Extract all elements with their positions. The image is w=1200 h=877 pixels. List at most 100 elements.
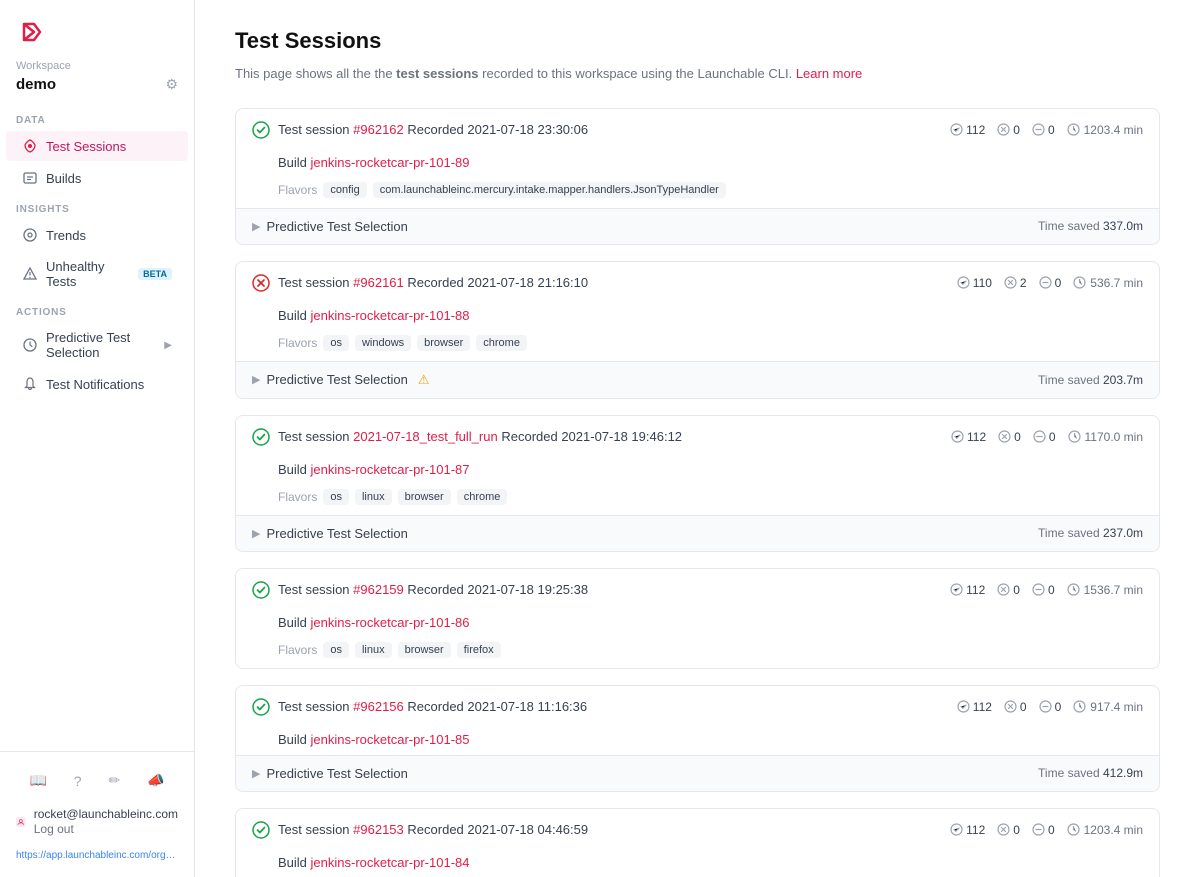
flavor-tag: linux bbox=[355, 642, 392, 658]
predictive-test-selection-row[interactable]: ▶ Predictive Test Selection ⚠ Time saved… bbox=[236, 361, 1159, 398]
sidebar-item-test-notifications[interactable]: Test Notifications bbox=[6, 369, 188, 399]
workspace-label: Workspace bbox=[0, 56, 194, 74]
sidebar-item-builds[interactable]: Builds bbox=[6, 163, 188, 193]
skipped-stat: 0 bbox=[1032, 823, 1055, 837]
session-card: Test session #962162 Recorded 2021-07-18… bbox=[235, 108, 1160, 245]
session-right: 112 0 0 1203.4 min bbox=[950, 823, 1143, 837]
session-card: Test session #962161 Recorded 2021-07-18… bbox=[235, 261, 1160, 399]
sidebar-item-trends[interactable]: Trends bbox=[6, 220, 188, 250]
build-link[interactable]: jenkins-rocketcar-pr-101-84 bbox=[311, 855, 470, 870]
session-build-row: Build jenkins-rocketcar-pr-101-85 bbox=[236, 728, 1159, 755]
logo-area bbox=[0, 0, 194, 56]
sidebar-item-unhealthy-tests[interactable]: Unhealthy Tests BETA bbox=[6, 252, 188, 296]
flavor-tag: com.launchableinc.mercury.intake.mapper.… bbox=[373, 182, 726, 198]
flavors-label: Flavors bbox=[278, 183, 317, 197]
skipped-stat: 0 bbox=[1032, 123, 1055, 137]
sidebar-icon-row: 📖 ? ✏ 📣 bbox=[0, 762, 194, 799]
success-icon bbox=[252, 428, 270, 446]
circle-x-icon bbox=[1004, 276, 1017, 289]
sidebar-item-test-sessions[interactable]: Test Sessions bbox=[6, 131, 188, 161]
failed-stat: 0 bbox=[998, 430, 1021, 444]
megaphone-icon-button[interactable]: 📣 bbox=[143, 768, 168, 793]
skipped-stat: 0 bbox=[1033, 430, 1056, 444]
circle-x-icon bbox=[997, 583, 1010, 596]
build-link[interactable]: jenkins-rocketcar-pr-101-88 bbox=[311, 308, 470, 323]
failed-count: 0 bbox=[1013, 123, 1020, 137]
session-id-link[interactable]: 2021-07-18_test_full_run bbox=[353, 429, 498, 444]
circle-minus-icon bbox=[1039, 700, 1052, 713]
flavor-tag: browser bbox=[398, 642, 451, 658]
flavor-tag: firefox bbox=[457, 642, 501, 658]
session-right: 110 2 0 536.7 min bbox=[957, 276, 1143, 290]
flavor-tag: linux bbox=[355, 489, 392, 505]
arrow-icon: ▶ bbox=[164, 340, 172, 351]
sessions-list: Test session #962162 Recorded 2021-07-18… bbox=[235, 108, 1160, 877]
session-right: 112 0 0 1170.0 min bbox=[951, 430, 1143, 444]
session-id-link[interactable]: #962156 bbox=[353, 699, 404, 714]
session-id-link[interactable]: #962153 bbox=[353, 822, 404, 837]
circle-minus-icon bbox=[1032, 823, 1045, 836]
learn-more-link[interactable]: Learn more bbox=[796, 66, 862, 81]
success-icon bbox=[252, 121, 270, 139]
beta-badge: BETA bbox=[138, 268, 172, 280]
session-header: Test session #962156 Recorded 2021-07-18… bbox=[236, 686, 1159, 728]
circle-x-icon bbox=[998, 430, 1011, 443]
circle-minus-icon bbox=[1033, 430, 1046, 443]
skipped-count: 0 bbox=[1055, 276, 1062, 290]
total-stat: 112 bbox=[957, 700, 992, 714]
build-link[interactable]: jenkins-rocketcar-pr-101-86 bbox=[311, 615, 470, 630]
flavor-tag: chrome bbox=[457, 489, 508, 505]
help-icon-button[interactable]: ? bbox=[70, 768, 86, 793]
predictive-test-selection-row[interactable]: ▶ Predictive Test Selection Time saved 2… bbox=[236, 515, 1159, 551]
time-saved-label: Time saved bbox=[1038, 766, 1103, 780]
total-count: 112 bbox=[966, 123, 985, 137]
session-left: Test session #962162 Recorded 2021-07-18… bbox=[252, 121, 950, 139]
build-link[interactable]: jenkins-rocketcar-pr-101-89 bbox=[311, 155, 470, 170]
sidebar: Workspace demo ⚙ DATA Test Sessions Buil… bbox=[0, 0, 195, 877]
flavor-key-tag: os bbox=[323, 335, 349, 351]
session-id-link[interactable]: #962159 bbox=[353, 582, 404, 597]
clock-stat-icon bbox=[1067, 583, 1080, 596]
session-id-link[interactable]: #962161 bbox=[353, 275, 404, 290]
failed-stat: 0 bbox=[997, 123, 1020, 137]
settings-button[interactable]: ⚙ bbox=[165, 76, 178, 93]
circle-x-icon bbox=[997, 823, 1010, 836]
time-saved: Time saved 412.9m bbox=[1038, 766, 1143, 780]
skipped-count: 0 bbox=[1055, 700, 1062, 714]
session-header: Test session #962159 Recorded 2021-07-18… bbox=[236, 569, 1159, 611]
failed-count: 0 bbox=[1014, 430, 1021, 444]
build-link[interactable]: jenkins-rocketcar-pr-101-87 bbox=[311, 462, 470, 477]
total-stat: 112 bbox=[951, 430, 986, 444]
session-left: Test session #962161 Recorded 2021-07-18… bbox=[252, 274, 957, 292]
predictive-test-selection-row[interactable]: ▶ Predictive Test Selection Time saved 3… bbox=[236, 208, 1159, 244]
flavor-tag: browser bbox=[417, 335, 470, 351]
predictive-test-selection-row[interactable]: ▶ Predictive Test Selection Time saved 4… bbox=[236, 755, 1159, 791]
build-link[interactable]: jenkins-rocketcar-pr-101-85 bbox=[311, 732, 470, 747]
circle-minus-icon bbox=[1039, 276, 1052, 289]
flavors-label: Flavors bbox=[278, 336, 317, 350]
clock-stat-icon bbox=[1073, 276, 1086, 289]
total-count: 110 bbox=[973, 276, 992, 290]
workspace-name-row: demo ⚙ bbox=[0, 74, 194, 105]
predictive-left: ▶ Predictive Test Selection ⚠ bbox=[252, 372, 430, 388]
book-icon-button[interactable]: 📖 bbox=[25, 768, 50, 793]
sidebar-item-predictive-test-selection[interactable]: Predictive Test Selection ▶ bbox=[6, 323, 188, 367]
flavors-label: Flavors bbox=[278, 490, 317, 504]
edit-icon-button[interactable]: ✏ bbox=[104, 768, 124, 793]
predictive-left: ▶ Predictive Test Selection bbox=[252, 219, 408, 234]
failed-stat: 0 bbox=[997, 823, 1020, 837]
session-id-link[interactable]: #962162 bbox=[353, 122, 404, 137]
session-text: Test session #962161 Recorded 2021-07-18… bbox=[278, 275, 588, 290]
time-min: 1203.4 min bbox=[1084, 823, 1143, 837]
time-saved: Time saved 203.7m bbox=[1038, 373, 1143, 387]
failed-stat: 0 bbox=[997, 583, 1020, 597]
flavor-tag: browser bbox=[398, 489, 451, 505]
sidebar-item-builds-label: Builds bbox=[46, 171, 81, 186]
session-text: Test session #962159 Recorded 2021-07-18… bbox=[278, 582, 588, 597]
session-text: Test session #962153 Recorded 2021-07-18… bbox=[278, 822, 588, 837]
chevron-right-icon: ▶ bbox=[252, 527, 260, 540]
time-saved-value: 237.0m bbox=[1103, 526, 1143, 540]
workspace-name-text: demo bbox=[16, 76, 56, 93]
session-build-row: Build jenkins-rocketcar-pr-101-86 bbox=[236, 611, 1159, 638]
logout-link[interactable]: Log out bbox=[34, 822, 74, 836]
